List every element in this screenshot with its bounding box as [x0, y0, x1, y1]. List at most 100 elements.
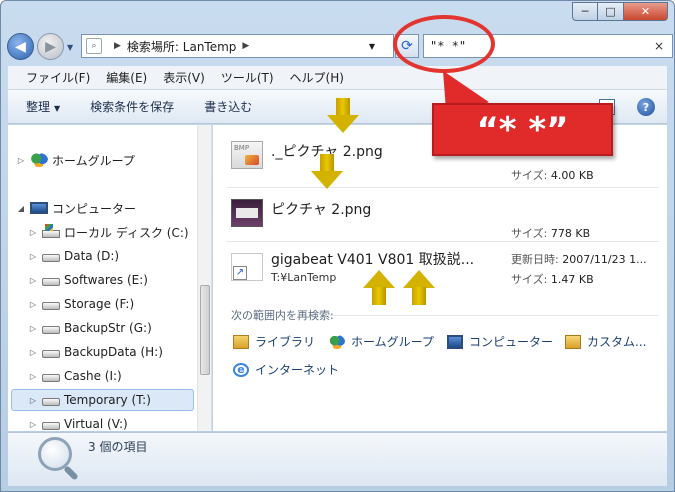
result-size: サイズ: 4.00 KB: [511, 167, 594, 183]
tree-item-label: Storage (F:): [64, 297, 135, 311]
drive-icon: [42, 350, 60, 358]
tree-item-drive-t[interactable]: ▷ Temporary (T:): [11, 389, 194, 411]
menu-help[interactable]: ヘルプ(H): [290, 69, 344, 86]
back-button[interactable]: ◀: [7, 33, 34, 60]
down-arrow-marker: [327, 98, 359, 134]
search-again-custom[interactable]: カスタム...: [565, 333, 646, 350]
clear-search-icon[interactable]: ×: [654, 39, 664, 53]
menu-bar: ファイル(F) 編集(E) 表示(V) ツール(T) ヘルプ(H): [8, 66, 667, 90]
drive-icon: [42, 278, 60, 286]
size-value: 4.00 KB: [550, 169, 594, 182]
help-button[interactable]: ?: [637, 98, 655, 116]
expand-icon[interactable]: ▷: [28, 228, 38, 237]
tree-item-drive-d[interactable]: ▷ Data (D:): [28, 245, 119, 267]
breadcrumb-separator[interactable]: ▶: [114, 41, 121, 51]
internet-icon: e: [233, 362, 249, 377]
result-size: サイズ: 1.47 KB: [511, 271, 594, 287]
down-arrow-marker: [311, 154, 343, 190]
highlight-ring: [393, 15, 495, 73]
expand-icon[interactable]: ▷: [28, 324, 38, 333]
drive-icon: [42, 254, 60, 262]
homegroup-icon: [30, 153, 48, 167]
search-again-libraries[interactable]: ライブラリ: [233, 333, 315, 350]
forward-button[interactable]: ▶: [37, 33, 64, 60]
tree-item-label: Temporary (T:): [64, 393, 151, 407]
tree-item-drive-i[interactable]: ▷ Cashe (I:): [28, 365, 122, 387]
expand-icon[interactable]: ▷: [28, 420, 38, 429]
collapse-icon[interactable]: ◢: [16, 204, 26, 213]
callout-bubble: “* *”: [432, 103, 613, 156]
scrollbar-thumb[interactable]: [200, 285, 210, 375]
custom-folder-icon: [565, 334, 581, 349]
address-bar[interactable]: ⌕ ▶ 検索場所: LanTemp ▶ ▼: [81, 34, 394, 58]
size-value: 1.47 KB: [550, 273, 594, 286]
tree-item-drive-h[interactable]: ▷ BackupData (H:): [28, 341, 163, 363]
tree-item-label: ホームグループ: [52, 153, 135, 168]
date-value: 2007/11/23 1...: [562, 253, 647, 266]
expand-icon[interactable]: ▷: [16, 156, 26, 165]
search-again-internet[interactable]: e インターネット: [233, 361, 339, 378]
expand-icon[interactable]: ▷: [28, 300, 38, 309]
tree-item-drive-f[interactable]: ▷ Storage (F:): [28, 293, 134, 315]
search-results-pane[interactable]: ._ピクチャ 2.png サイズ: 4.00 KB ピクチャ 2.png サイズ…: [213, 125, 667, 431]
search-again-homegroup[interactable]: ホームグループ: [329, 333, 434, 350]
chevron-down-icon: ▼: [54, 104, 61, 113]
expand-icon[interactable]: ▷: [28, 372, 38, 381]
bmp-file-icon: [231, 141, 263, 169]
navigation-scrollbar[interactable]: [197, 125, 211, 431]
search-again-label: 次の範囲内を再検索:: [231, 309, 334, 322]
drive-icon: [42, 374, 60, 382]
tree-item-drive-e[interactable]: ▷ Softwares (E:): [28, 269, 148, 291]
search-magnifier-icon: [38, 437, 72, 471]
search-folder-icon: ⌕: [86, 38, 102, 54]
tree-item-label: BackupData (H:): [64, 345, 163, 359]
navigation-pane[interactable]: ▷ ホームグループ ◢ コンピューター ▷ ローカル ディスク (C:) ▷ D…: [8, 125, 212, 431]
search-again-label: インターネット: [255, 363, 340, 377]
search-again-label: ライブラリ: [255, 335, 316, 349]
breadcrumb-search-location[interactable]: 検索場所: LanTemp: [127, 38, 236, 55]
tree-item-label: Softwares (E:): [64, 273, 148, 287]
size-label: サイズ:: [511, 169, 551, 182]
system-drive-icon: [42, 224, 60, 238]
organize-button[interactable]: 整理 ▼: [26, 98, 60, 115]
search-again-divider: [325, 315, 659, 316]
address-dropdown-icon[interactable]: ▼: [369, 42, 375, 51]
explorer-window: ─ □ ✕ ◀ ▶ ▼ ⌕ ▶ 検索場所: LanTemp ▶ ▼ ⟳ "* *…: [0, 0, 675, 492]
tree-item-drive-v[interactable]: ▷ Virtual (V:): [28, 413, 128, 431]
breadcrumb-separator[interactable]: ▶: [242, 41, 249, 51]
tree-item-label: コンピューター: [52, 201, 137, 216]
expand-icon[interactable]: ▷: [28, 276, 38, 285]
tree-item-label: ローカル ディスク (C:): [64, 225, 189, 240]
minimize-button[interactable]: ─: [572, 2, 598, 21]
tree-item-drive-g[interactable]: ▷ BackupStr (G:): [28, 317, 152, 339]
expand-icon[interactable]: ▷: [28, 252, 38, 261]
details-pane: 3 個の項目: [8, 432, 667, 486]
save-search-button[interactable]: 検索条件を保存: [90, 98, 174, 115]
expand-icon[interactable]: ▷: [28, 396, 38, 405]
tree-item-drive-c[interactable]: ▷ ローカル ディスク (C:): [28, 221, 189, 243]
menu-view[interactable]: 表示(V): [163, 69, 205, 86]
expand-icon[interactable]: ▷: [28, 348, 38, 357]
search-again-label: カスタム...: [587, 335, 647, 349]
result-name: ピクチャ 2.png: [271, 202, 372, 218]
caption-buttons: ─ □ ✕: [572, 2, 668, 21]
close-button[interactable]: ✕: [624, 2, 668, 21]
tree-item-computer[interactable]: ◢ コンピューター: [16, 197, 136, 219]
result-path: T:¥LanTemp: [271, 271, 337, 284]
result-item[interactable]: gigabeat V401 V801 取扱説... T:¥LanTemp 更新日…: [231, 237, 659, 295]
drive-icon: [42, 326, 60, 334]
tree-item-homegroup[interactable]: ▷ ホームグループ: [16, 149, 135, 171]
burn-button[interactable]: 書き込む: [204, 98, 252, 115]
homegroup-icon: [329, 334, 345, 349]
drive-icon: [42, 302, 60, 310]
menu-file[interactable]: ファイル(F): [26, 69, 90, 86]
menu-edit[interactable]: 編集(E): [106, 69, 147, 86]
search-again-computer[interactable]: コンピューター: [447, 333, 553, 350]
menu-tools[interactable]: ツール(T): [221, 69, 274, 86]
maximize-button[interactable]: □: [598, 2, 624, 21]
recent-pages-dropdown[interactable]: ▼: [67, 43, 73, 52]
search-again-label: コンピューター: [469, 335, 554, 349]
up-arrow-marker: [363, 270, 395, 306]
tree-item-label: Data (D:): [64, 249, 120, 263]
size-label: サイズ:: [511, 273, 551, 286]
